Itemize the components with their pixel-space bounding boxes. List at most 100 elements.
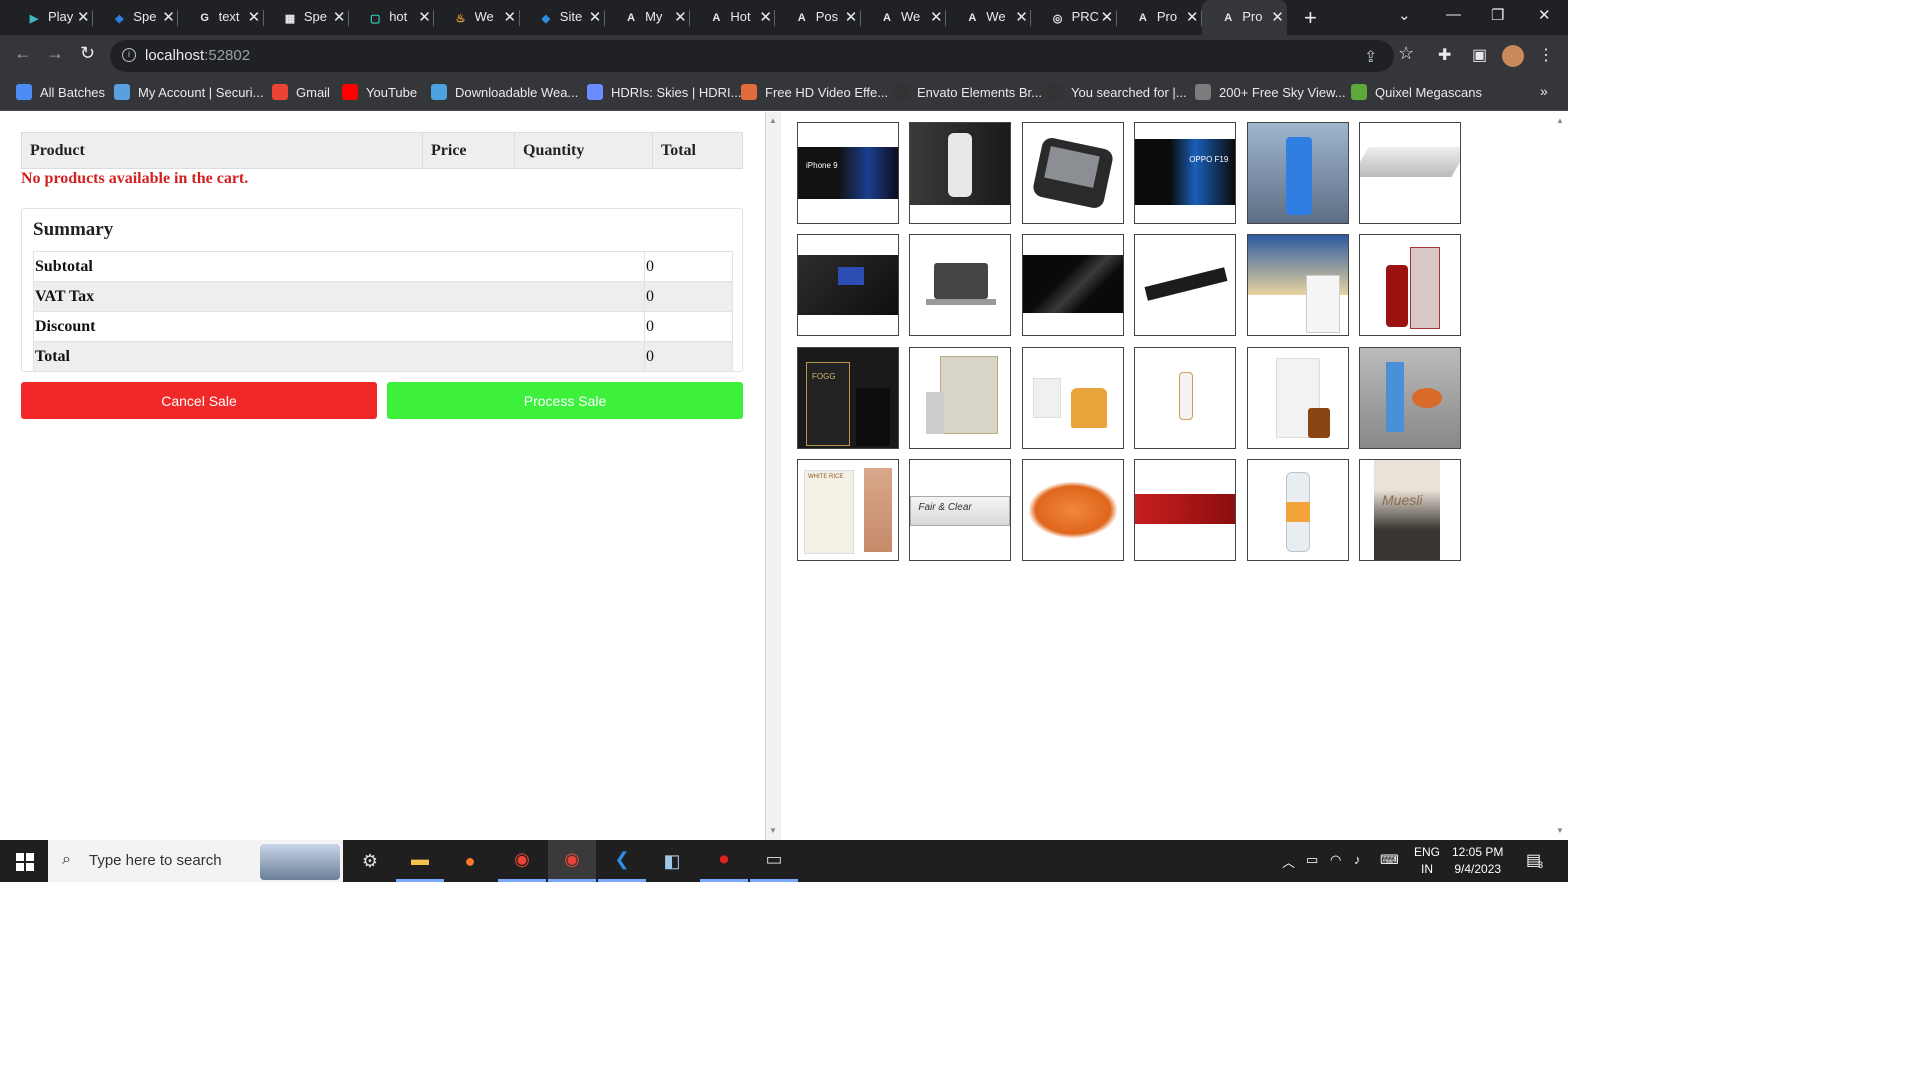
tab-close-icon[interactable]: ✕: [674, 8, 687, 26]
bookmark-item[interactable]: 200+ Free Sky View...: [1195, 84, 1346, 100]
chrome-icon[interactable]: ◉: [498, 840, 546, 882]
extensions-icon[interactable]: ✚: [1438, 45, 1451, 65]
tab-close-icon[interactable]: ✕: [589, 8, 602, 26]
product-tile[interactable]: [1246, 459, 1349, 562]
browser-tab[interactable]: ▶ Play ✕: [8, 0, 93, 35]
bookmark-item[interactable]: My Account | Securi...: [114, 84, 263, 100]
vscode-icon[interactable]: ❮: [598, 840, 646, 882]
bookmark-item[interactable]: Quixel Megascans: [1351, 84, 1482, 100]
browser-tab[interactable]: Gtext ✕: [179, 0, 264, 35]
bookmark-star-icon[interactable]: ☆: [1398, 43, 1414, 64]
bookmark-item[interactable]: You searched for |...: [1047, 84, 1187, 100]
scroll-down-icon[interactable]: ▼: [769, 826, 777, 835]
product-tile[interactable]: [1021, 234, 1124, 337]
tab-close-icon[interactable]: ✕: [1271, 8, 1284, 26]
tab-close-icon[interactable]: ✕: [248, 8, 261, 26]
close-window-icon[interactable]: ✕: [1538, 6, 1551, 24]
bookmark-item[interactable]: Free HD Video Effe...: [741, 84, 888, 100]
browser-tab[interactable]: A We ✕: [861, 0, 946, 35]
product-tile[interactable]: [1134, 234, 1237, 337]
tab-close-icon[interactable]: ✕: [1015, 8, 1028, 26]
minimize-icon[interactable]: —: [1446, 6, 1461, 23]
browser-tab[interactable]: A Hot ✕: [690, 0, 776, 35]
bookmark-item[interactable]: Envato Elements Br...: [893, 84, 1042, 100]
forward-icon[interactable]: →: [46, 43, 64, 64]
profile-avatar[interactable]: [1502, 45, 1524, 67]
product-tile[interactable]: [1246, 122, 1349, 224]
product-tile[interactable]: [797, 234, 899, 337]
bookmark-item[interactable]: All Batches: [16, 84, 105, 100]
products-scrollbar[interactable]: ▲ ▼: [1553, 112, 1568, 840]
cancel-sale-button[interactable]: Cancel Sale: [21, 382, 377, 419]
share-icon[interactable]: ⇪: [1364, 47, 1377, 67]
browser-tab[interactable]: ▢ hot ✕: [349, 0, 435, 35]
tab-close-icon[interactable]: ✕: [759, 8, 772, 26]
product-tile[interactable]: iPhone 9: [797, 122, 899, 224]
file-explorer-icon[interactable]: ▬: [396, 840, 444, 882]
bookmark-item[interactable]: YouTube: [342, 84, 417, 100]
browser-tab[interactable]: ◎ PRC ✕: [1032, 0, 1117, 35]
product-tile[interactable]: [1021, 459, 1124, 562]
windows-start-icon[interactable]: [16, 853, 34, 871]
scroll-up-icon[interactable]: ▲: [1556, 116, 1564, 125]
product-tile[interactable]: [909, 122, 1012, 224]
tab-close-icon[interactable]: ✕: [162, 8, 175, 26]
tab-close-icon[interactable]: ✕: [1101, 8, 1114, 26]
tab-close-icon[interactable]: ✕: [418, 8, 431, 26]
product-tile[interactable]: [909, 234, 1012, 337]
product-tile[interactable]: [1134, 346, 1237, 449]
url-text[interactable]: localhost:52802: [145, 47, 250, 64]
keyboard-icon[interactable]: ⌨: [1380, 852, 1399, 868]
tray-chevron-icon[interactable]: ︿: [1282, 852, 1295, 871]
bookmark-item[interactable]: Gmail: [272, 84, 330, 100]
more-bookmarks-icon[interactable]: »: [1540, 83, 1548, 99]
product-tile[interactable]: FOGG: [797, 346, 899, 449]
product-tile[interactable]: OPPO F19: [1134, 122, 1237, 224]
browser-tab[interactable]: A My ✕: [605, 0, 691, 35]
product-tile[interactable]: WHITE RICE: [797, 459, 899, 562]
browser-tab[interactable]: ◆ Spe ✕: [93, 0, 179, 35]
restore-icon[interactable]: ❐: [1491, 6, 1504, 24]
browser-tab[interactable]: A Pro ✕: [1202, 0, 1288, 35]
tab-close-icon[interactable]: ✕: [845, 8, 858, 26]
browser-tab[interactable]: ◆ Site ✕: [520, 0, 605, 35]
battery-icon[interactable]: ▭: [1306, 852, 1318, 868]
product-tile[interactable]: [1359, 346, 1461, 449]
address-bar[interactable]: i localhost:52802 ⇪: [110, 40, 1394, 72]
product-tile[interactable]: [909, 346, 1012, 449]
site-info-icon[interactable]: i: [122, 48, 136, 62]
browser-tab[interactable]: A Pos ✕: [776, 0, 861, 35]
browser-tab[interactable]: A We ✕: [946, 0, 1032, 35]
chrome-active-icon[interactable]: ◉: [548, 840, 596, 882]
language-indicator[interactable]: ENG IN: [1414, 844, 1440, 878]
volume-icon[interactable]: ♪: [1354, 852, 1361, 867]
firefox-icon[interactable]: ●: [446, 840, 494, 882]
tab-close-icon[interactable]: ✕: [504, 8, 517, 26]
menu-icon[interactable]: ⋮: [1538, 45, 1554, 65]
browser-tab[interactable]: ♨ We ✕: [435, 0, 520, 35]
product-tile[interactable]: [1359, 122, 1461, 224]
product-tile[interactable]: [1021, 346, 1124, 449]
product-tile[interactable]: [1359, 234, 1461, 337]
product-tile[interactable]: [1246, 346, 1349, 449]
taskbar-search[interactable]: ⌕ Type here to search: [48, 840, 343, 882]
tab-close-icon[interactable]: ✕: [333, 8, 346, 26]
scroll-up-icon[interactable]: ▲: [769, 116, 777, 125]
tab-close-icon[interactable]: ✕: [930, 8, 943, 26]
product-tile[interactable]: [1021, 122, 1124, 224]
process-sale-button[interactable]: Process Sale: [387, 382, 743, 419]
wifi-icon[interactable]: ◠: [1330, 852, 1341, 868]
scroll-down-icon[interactable]: ▼: [1556, 826, 1564, 835]
tab-search-icon[interactable]: ⌄: [1398, 6, 1411, 24]
new-tab-button[interactable]: +: [1304, 5, 1317, 31]
product-tile[interactable]: Muesli: [1359, 459, 1461, 562]
terminal-icon[interactable]: ▭: [750, 840, 798, 882]
cart-scrollbar[interactable]: ▲ ▼: [766, 112, 781, 840]
browser-tab[interactable]: A Pro ✕: [1117, 0, 1202, 35]
tab-close-icon[interactable]: ✕: [77, 8, 90, 26]
bookmark-item[interactable]: HDRIs: Skies | HDRI...: [587, 84, 742, 100]
bookmark-item[interactable]: Downloadable Wea...: [431, 84, 578, 100]
product-tile[interactable]: [1134, 459, 1237, 562]
back-icon[interactable]: ←: [14, 43, 32, 64]
side-panel-icon[interactable]: ▣: [1472, 45, 1487, 65]
